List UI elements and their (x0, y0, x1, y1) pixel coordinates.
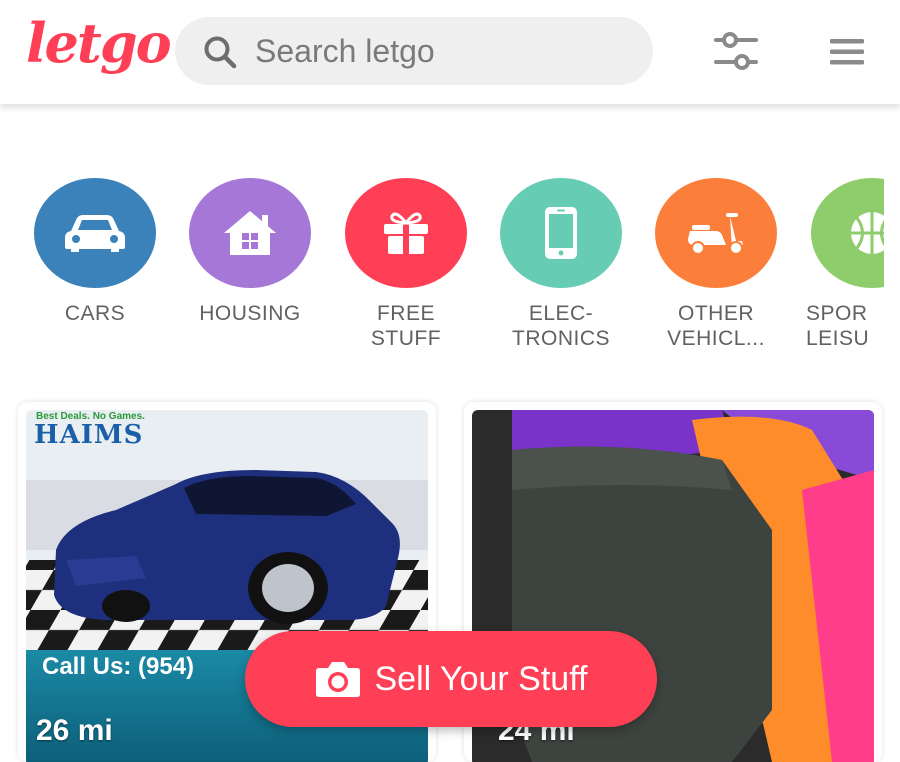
listing-overlay-text: Call Us: (954) (42, 653, 195, 680)
category-label: SPOR LEISU (806, 302, 870, 350)
gift-icon (384, 212, 428, 254)
search-bar[interactable] (175, 17, 653, 85)
search-icon (204, 36, 237, 69)
scooter-icon (688, 213, 743, 255)
category-electronics[interactable]: ELEC- TRONICS (483, 178, 639, 368)
brand-logo-text: HAIMS (34, 420, 144, 450)
category-housing[interactable]: HOUSING (172, 178, 328, 368)
category-cars[interactable]: CARS (17, 178, 173, 368)
category-circle (655, 178, 777, 288)
listing-distance: 26 mi (36, 714, 113, 747)
category-circle (34, 178, 156, 288)
car-icon (65, 215, 125, 252)
category-sports-leisure[interactable]: SPOR LEISU (794, 178, 884, 368)
category-circle (811, 178, 884, 288)
category-free-stuff[interactable]: FREE STUFF (328, 178, 484, 368)
category-label: HOUSING (199, 302, 301, 325)
category-circle (189, 178, 311, 288)
phone-icon (545, 207, 577, 259)
sell-button-label: Sell Your Stuff (374, 659, 588, 698)
category-carousel[interactable]: CARS HOUSING FREE STUFF ELEC- TRONICS OT… (0, 170, 900, 370)
hamburger-menu-icon[interactable] (830, 38, 864, 66)
search-input[interactable] (255, 17, 635, 85)
category-circle (500, 178, 622, 288)
category-circle (345, 178, 467, 288)
house-icon (224, 211, 276, 255)
top-bar: letgo (0, 0, 900, 104)
filter-icon[interactable] (712, 32, 760, 72)
ball-icon (851, 212, 884, 254)
category-other-vehicles[interactable]: OTHER VEHICL... (638, 178, 794, 368)
category-label: FREE STUFF (370, 302, 442, 350)
letgo-logo[interactable]: letgo (26, 8, 172, 78)
sell-your-stuff-button[interactable]: Sell Your Stuff (245, 631, 657, 727)
camera-icon (315, 662, 360, 697)
category-label: ELEC- TRONICS (512, 302, 610, 350)
category-label: OTHER VEHICL... (667, 302, 765, 350)
category-label: CARS (64, 302, 126, 325)
